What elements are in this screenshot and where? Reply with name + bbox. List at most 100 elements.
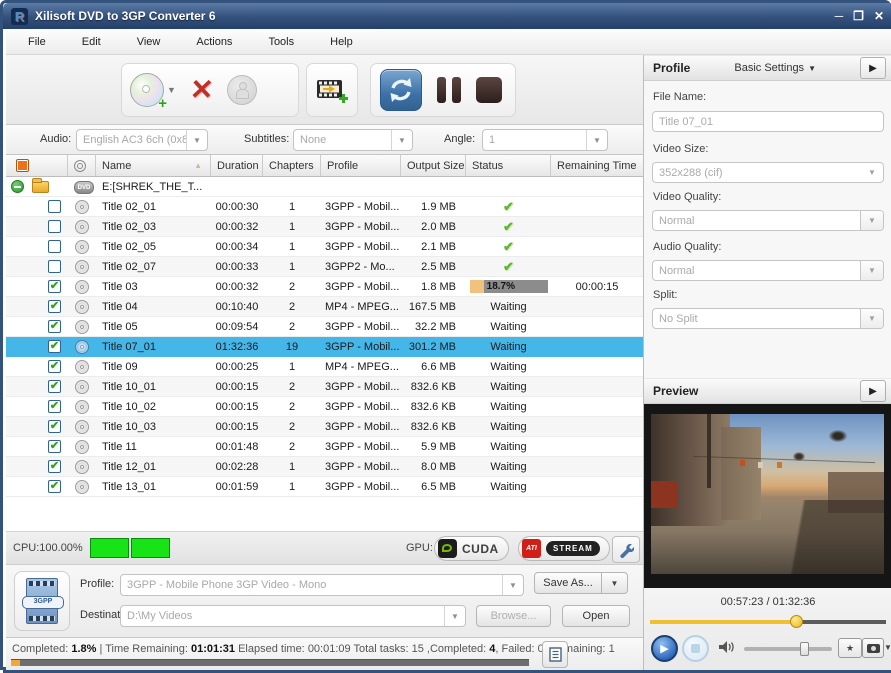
audio-quality-select[interactable]: Normal▼ — [652, 260, 884, 281]
menu-help[interactable]: Help — [330, 36, 353, 48]
header-output-size[interactable]: Output Size — [401, 155, 466, 176]
table-row[interactable]: ✔Title 0900:00:251MP4 - MPEG...6.6 MBWai… — [6, 357, 643, 377]
format-icon-button[interactable]: 3GPP — [14, 571, 70, 631]
seek-bar[interactable] — [650, 620, 886, 624]
subtitles-select[interactable]: None▼ — [293, 129, 413, 151]
browse-button[interactable]: Browse... — [476, 605, 551, 627]
menu-tools[interactable]: Tools — [268, 36, 294, 48]
save-as-button[interactable]: Save As... — [534, 572, 602, 594]
collapse-icon[interactable] — [11, 180, 24, 193]
row-checkbox[interactable]: ✔ — [48, 420, 61, 433]
row-checkbox[interactable]: ✔ — [48, 340, 61, 353]
chevron-down-icon[interactable]: ▼ — [860, 211, 883, 230]
add-dvd-dropdown-caret[interactable]: ▼ — [167, 85, 176, 95]
header-profile[interactable]: Profile — [321, 155, 401, 176]
row-checkbox[interactable]: ✔ — [48, 460, 61, 473]
maximize-button[interactable]: ❐ — [853, 9, 864, 23]
chevron-down-icon[interactable]: ▼ — [502, 575, 523, 595]
header-check-column[interactable] — [6, 155, 68, 176]
video-quality-select[interactable]: Normal▼ — [652, 210, 884, 231]
table-row[interactable]: ✔Title 1100:01:4823GPP - Mobil...5.9 MBW… — [6, 437, 643, 457]
preview-panel-expand-button[interactable]: ▶ — [860, 380, 886, 402]
chevron-down-icon[interactable]: ▼ — [860, 261, 883, 280]
row-checkbox[interactable]: ✔ — [48, 300, 61, 313]
row-checkbox[interactable]: ✔ — [48, 360, 61, 373]
cuda-toggle-button[interactable]: CUDA — [434, 536, 509, 561]
stop-button[interactable] — [476, 77, 502, 103]
close-button[interactable]: ✕ — [874, 9, 884, 23]
row-output-size: 167.5 MB — [401, 301, 466, 313]
table-row[interactable]: ✔Title 12_0100:02:2813GPP - Mobil...8.0 … — [6, 457, 643, 477]
snapshot-folder-button[interactable]: ★ — [838, 638, 862, 658]
chevron-down-icon[interactable]: ▼ — [586, 130, 607, 150]
row-checkbox[interactable] — [48, 240, 61, 253]
preview-stop-button[interactable] — [682, 635, 709, 662]
split-select[interactable]: No Split▼ — [652, 308, 884, 329]
table-row[interactable]: Title 02_0500:00:3413GPP - Mobil...2.1 M… — [6, 237, 643, 257]
table-row[interactable]: ✔Title 0500:09:5423GPP - Mobil...32.2 MB… — [6, 317, 643, 337]
chevron-down-icon[interactable]: ▼ — [391, 130, 412, 150]
row-checkbox[interactable] — [48, 260, 61, 273]
check-all-icon[interactable] — [16, 159, 29, 172]
row-checkbox[interactable] — [48, 220, 61, 233]
file-name-input[interactable] — [652, 111, 884, 132]
destination-select[interactable]: D:\My Videos▼ — [120, 605, 466, 627]
chevron-down-icon[interactable]: ▼ — [444, 606, 465, 626]
seek-thumb[interactable] — [790, 615, 803, 628]
table-row[interactable]: ✔Title 0300:00:3223GPP - Mobil...1.8 MB1… — [6, 277, 643, 297]
table-row[interactable]: Title 02_0100:00:3013GPP - Mobil...1.9 M… — [6, 197, 643, 217]
table-row[interactable]: ✔Title 0400:10:402MP4 - MPEG...167.5 MBW… — [6, 297, 643, 317]
menu-actions[interactable]: Actions — [196, 36, 232, 48]
table-row[interactable]: ✔Title 10_0300:00:1523GPP - Mobil...832.… — [6, 417, 643, 437]
row-checkbox[interactable]: ✔ — [48, 380, 61, 393]
header-name[interactable]: Name▲ — [96, 155, 211, 176]
pause-button[interactable] — [437, 77, 461, 103]
menu-view[interactable]: View — [137, 36, 161, 48]
save-as-dropdown-caret[interactable]: ▼ — [602, 572, 628, 594]
profile-panel-expand-button[interactable]: ▶ — [860, 57, 886, 79]
menu-file[interactable]: File — [28, 36, 46, 48]
snapshot-dropdown-caret[interactable]: ▼ — [884, 643, 891, 652]
row-checkbox[interactable]: ✔ — [48, 320, 61, 333]
table-row[interactable]: ✔Title 10_0200:00:1523GPP - Mobil...832.… — [6, 397, 643, 417]
snapshot-button[interactable] — [862, 638, 884, 658]
volume-icon[interactable] — [718, 640, 735, 659]
header-chapters[interactable]: Chapters — [263, 155, 321, 176]
table-row[interactable]: Title 02_0300:00:3213GPP - Mobil...2.0 M… — [6, 217, 643, 237]
convert-button[interactable] — [380, 69, 422, 111]
profile-select[interactable]: 3GPP - Mobile Phone 3GP Video - Mono▼ — [120, 574, 524, 596]
subtitles-label: Subtitles: — [244, 133, 289, 145]
row-checkbox[interactable]: ✔ — [48, 280, 61, 293]
chevron-down-icon[interactable]: ▼ — [186, 130, 207, 150]
audio-select[interactable]: English AC3 6ch (0x8▼ — [76, 129, 208, 151]
header-duration[interactable]: Duration — [211, 155, 263, 176]
delete-button[interactable]: ✕ — [189, 76, 214, 104]
play-button[interactable]: ▶ — [651, 635, 678, 662]
log-button[interactable] — [542, 641, 568, 668]
table-row[interactable]: ✔Title 10_0100:00:1523GPP - Mobil...832.… — [6, 377, 643, 397]
dvd-info-button[interactable] — [227, 75, 257, 105]
angle-select[interactable]: 1▼ — [482, 129, 608, 151]
preset-selector[interactable]: Basic Settings▼ — [734, 62, 816, 74]
volume-thumb[interactable] — [800, 642, 809, 656]
table-row[interactable]: Title 02_0700:00:3313GPP2 - Mo...2.5 MB✔ — [6, 257, 643, 277]
minimize-button[interactable]: ─ — [835, 9, 844, 23]
table-row[interactable]: ✔Title 13_0100:01:5913GPP - Mobil...6.5 … — [6, 477, 643, 497]
menu-edit[interactable]: Edit — [82, 36, 101, 48]
row-checkbox[interactable]: ✔ — [48, 480, 61, 493]
table-row[interactable]: ✔Title 07_0101:32:36193GPP - Mobil...301… — [6, 337, 643, 357]
chevron-down-icon[interactable]: ▼ — [860, 309, 883, 328]
row-checkbox[interactable] — [48, 200, 61, 213]
table-source-row[interactable]: DVD E:[SHREK_THE_T... — [6, 177, 643, 197]
add-file-button[interactable] — [316, 76, 348, 104]
gpu-settings-button[interactable] — [612, 536, 640, 563]
ati-stream-toggle-button[interactable]: ATI STREAM — [518, 536, 610, 561]
row-checkbox[interactable]: ✔ — [48, 440, 61, 453]
volume-slider[interactable] — [744, 647, 832, 651]
row-checkbox[interactable]: ✔ — [48, 400, 61, 413]
open-button[interactable]: Open — [562, 605, 630, 627]
header-status[interactable]: Status — [466, 155, 551, 176]
add-dvd-button[interactable]: + ▼ — [130, 73, 176, 107]
video-size-select[interactable]: 352x288 (cif)▼ — [652, 162, 884, 183]
header-remaining-time[interactable]: Remaining Time — [551, 155, 643, 176]
